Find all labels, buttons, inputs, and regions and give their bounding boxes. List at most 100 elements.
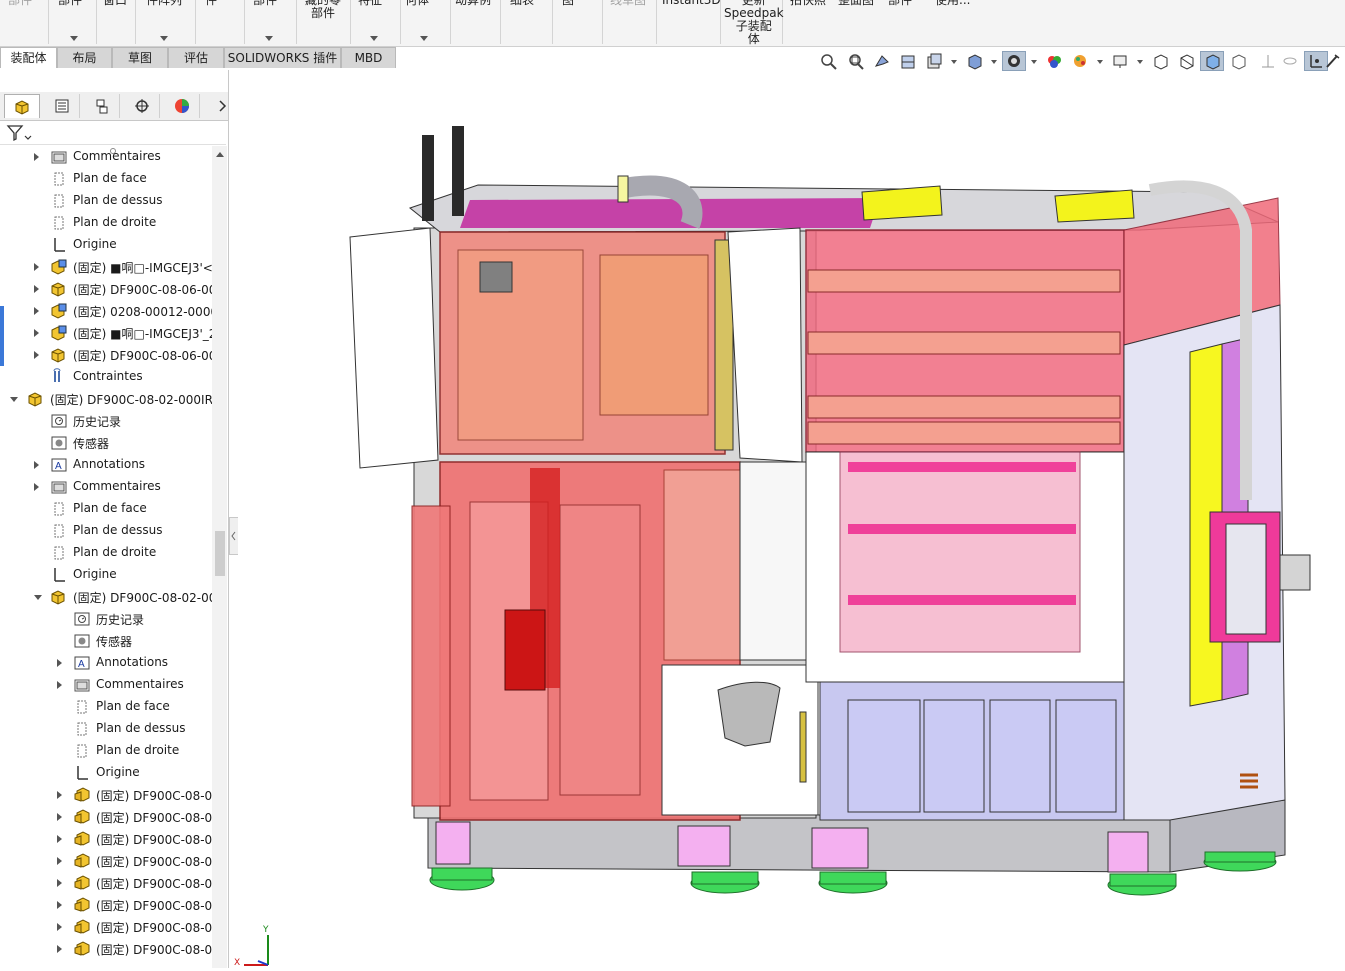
chevron-down-icon[interactable] (1137, 60, 1143, 64)
apply-scene-icon[interactable] (1108, 51, 1132, 71)
ribbon-button[interactable]: 细表 (510, 0, 534, 7)
collapse-arrow-icon[interactable] (10, 397, 18, 402)
ribbon-button[interactable]: 部件 (253, 0, 277, 7)
zoom-area-icon[interactable] (843, 51, 867, 71)
tree-item[interactable]: Origine (0, 564, 212, 586)
dynamic-annotation-icon[interactable] (922, 51, 946, 71)
filter-icon[interactable] (6, 124, 32, 145)
hidden-lines-icon[interactable] (1226, 51, 1250, 71)
tree-item[interactable]: 传感器 (0, 432, 212, 454)
ribbon-button[interactable]: 动算例 (455, 0, 491, 7)
tab-1[interactable]: 布局 (57, 47, 112, 68)
ribbon-button[interactable]: Instant3D (662, 0, 721, 7)
chevron-down-icon[interactable] (951, 60, 957, 64)
expand-arrow-icon[interactable] (57, 857, 62, 865)
expand-arrow-icon[interactable] (57, 835, 62, 843)
chevron-down-icon[interactable] (370, 32, 378, 45)
chevron-down-icon[interactable] (265, 32, 273, 45)
ribbon-button[interactable]: 部件 (888, 0, 912, 7)
machine-3d-model[interactable] (238, 72, 1345, 968)
tree-item[interactable]: (固定) DF900C-08-02-00 (0, 586, 212, 608)
expand-arrow-icon[interactable] (57, 813, 62, 821)
tree-item[interactable]: A Annotations (0, 454, 212, 476)
tree-item[interactable]: Commentaires (0, 476, 212, 498)
configurationmanager-icon[interactable] (84, 94, 120, 118)
tree-item[interactable]: (固定) DF900C-08-02 (0, 828, 212, 850)
tab-0[interactable]: 装配体 (0, 47, 57, 68)
expand-arrow-icon[interactable] (57, 945, 62, 953)
tree-item[interactable]: (固定) DF900C-08-02 (0, 938, 212, 960)
tree-item[interactable]: (固定) DF900C-08-06-00 (0, 278, 212, 300)
previous-view-icon[interactable] (870, 51, 894, 71)
view-settings-icon[interactable] (1148, 51, 1172, 71)
tab-3[interactable]: 评估 (168, 47, 224, 68)
tab-5[interactable]: MBD (341, 47, 396, 68)
ribbon-button[interactable]: 部件 (8, 0, 32, 7)
expand-arrow-icon[interactable] (204, 94, 240, 118)
measure-icon[interactable] (1320, 51, 1344, 71)
ribbon-button[interactable]: 更新 Speedpak 子装配 体 (724, 0, 784, 46)
ribbon-button[interactable]: 窗口 (103, 0, 127, 7)
display-style-icon[interactable] (1002, 51, 1026, 71)
tree-item[interactable]: Plan de droite (0, 212, 212, 234)
chevron-down-icon[interactable] (420, 32, 428, 45)
tree-item[interactable]: (固定) DF900C-08-02-000IR (0, 388, 212, 410)
zoom-to-fit-icon[interactable] (816, 51, 840, 71)
tree-item[interactable]: Plan de droite (0, 740, 212, 762)
expand-arrow-icon[interactable] (34, 329, 39, 337)
tree-item[interactable]: Plan de dessus (0, 190, 212, 212)
ribbon-button[interactable]: 藏的零 部件 (305, 0, 341, 20)
tree-item[interactable]: (固定) DF900C-08-02 (0, 916, 212, 938)
tree-item[interactable]: 历史记录 (0, 410, 212, 432)
tree-item[interactable]: Plan de droite (0, 542, 212, 564)
tree-item[interactable]: (固定) DF900C-08-02 (0, 850, 212, 872)
ribbon-button[interactable]: 件 (205, 0, 217, 7)
graphics-area[interactable] (238, 72, 1345, 968)
expand-arrow-icon[interactable] (57, 879, 62, 887)
scroll-up-icon[interactable] (216, 152, 224, 157)
scrollbar-thumb[interactable] (215, 531, 225, 576)
tree-scrollbar[interactable] (212, 146, 227, 968)
chevron-down-icon[interactable] (160, 32, 168, 45)
plane-icon[interactable] (1256, 51, 1280, 71)
tree-item[interactable]: Plan de face (0, 696, 212, 718)
ribbon-button[interactable]: 特征 (358, 0, 382, 7)
tree-item[interactable]: Plan de face (0, 168, 212, 190)
tree-item[interactable]: (固定) DF900C-08-02 (0, 784, 212, 806)
expand-arrow-icon[interactable] (57, 681, 62, 689)
tree-item[interactable]: Plan de dessus (0, 718, 212, 740)
tree-item[interactable]: Commentaires (0, 146, 212, 168)
tree-item[interactable]: (固定) DF900C-08-02 (0, 894, 212, 916)
hide-show-icon[interactable] (1042, 51, 1066, 71)
expand-arrow-icon[interactable] (34, 153, 39, 161)
dimxpert-icon[interactable] (124, 94, 160, 118)
expand-arrow-icon[interactable] (34, 285, 39, 293)
tree-item[interactable]: 历史记录 (0, 608, 212, 630)
ribbon-button[interactable]: 拍快照 (790, 0, 826, 7)
ribbon-button[interactable]: 线草图 (610, 0, 646, 7)
tree-item[interactable]: (固定) DF900C-08-02 (0, 872, 212, 894)
expand-arrow-icon[interactable] (34, 351, 39, 359)
expand-arrow-icon[interactable] (34, 461, 39, 469)
tree-item[interactable]: Origine (0, 762, 212, 784)
expand-arrow-icon[interactable] (34, 307, 39, 315)
wireframe-icon[interactable] (1174, 51, 1198, 71)
tree-item[interactable]: A Annotations (0, 652, 212, 674)
tree-item[interactable]: Plan de dessus (0, 520, 212, 542)
tab-4[interactable]: SOLIDWORKS 插件 (224, 47, 341, 68)
ribbon-button[interactable]: 件阵列 (146, 0, 182, 7)
tree-item[interactable]: Commentaires (0, 674, 212, 696)
chevron-down-icon[interactable] (991, 60, 997, 64)
ribbon-button[interactable]: 图 (562, 0, 574, 7)
edit-appearance-icon[interactable] (1068, 51, 1092, 71)
chevron-down-icon[interactable] (1031, 60, 1037, 64)
propertymanager-icon[interactable] (44, 94, 80, 118)
ribbon-button[interactable]: 使用... (935, 0, 970, 7)
expand-arrow-icon[interactable] (57, 923, 62, 931)
tree-item[interactable]: Contraintes (0, 366, 212, 388)
tab-2[interactable]: 草图 (112, 47, 168, 68)
shaded-icon[interactable] (1200, 51, 1224, 71)
tree-item[interactable]: (固定) 0208-00012-0000 (0, 300, 212, 322)
tree-item[interactable]: (固定) ■哃□-IMGCEJ3'<1> (0, 256, 212, 278)
collapse-arrow-icon[interactable] (34, 595, 42, 600)
